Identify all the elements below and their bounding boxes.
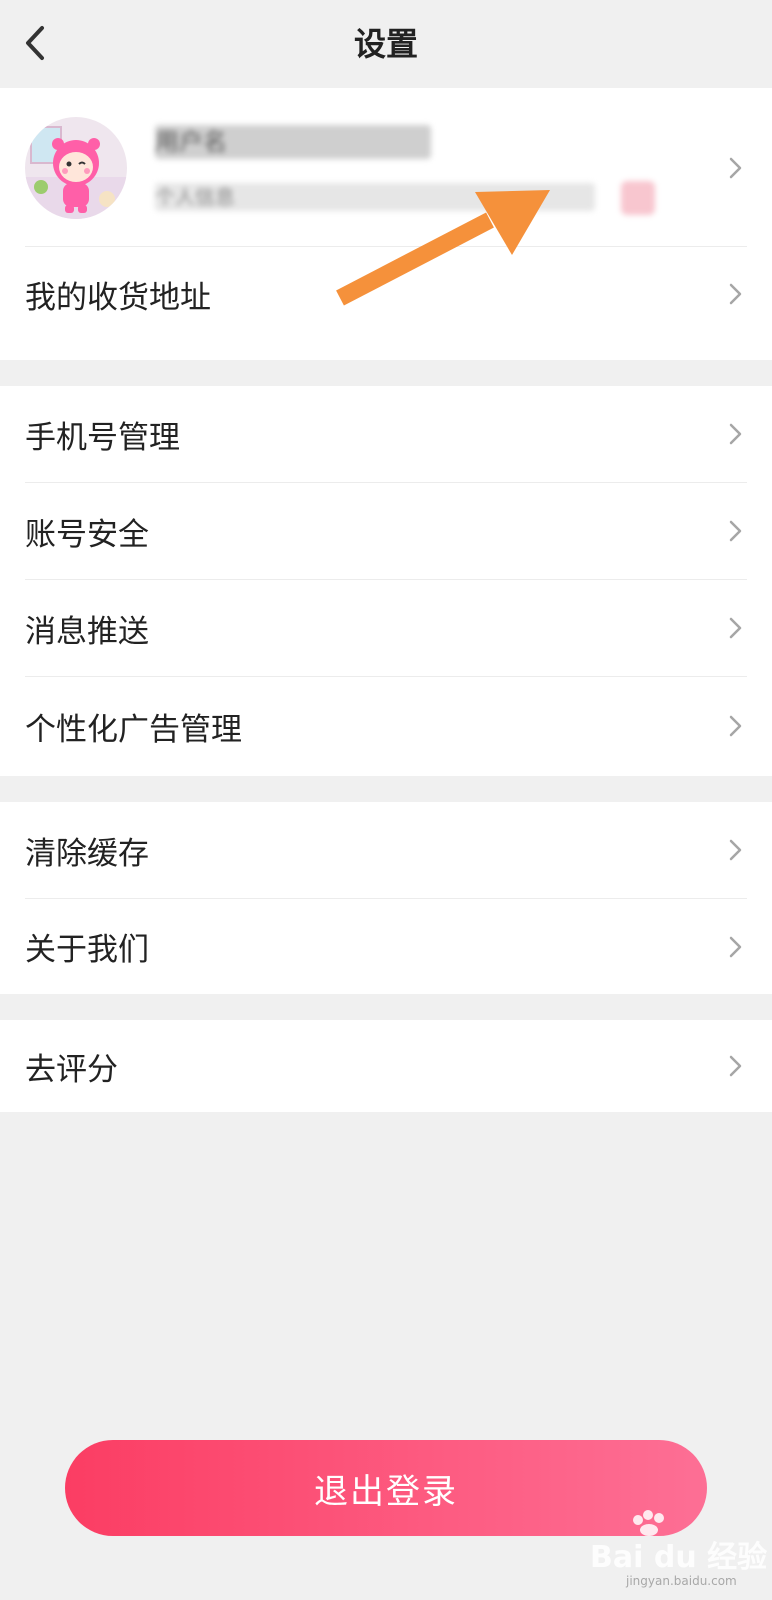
chevron-right-icon	[729, 283, 742, 305]
menu-item-rate[interactable]: 去评分	[25, 1020, 747, 1112]
chevron-right-icon	[729, 157, 742, 179]
menu-item-label: 去评分	[25, 1051, 118, 1088]
chevron-right-icon	[729, 520, 742, 542]
cartoon-avatar-icon	[25, 117, 127, 219]
menu-item-label: 关于我们	[25, 932, 149, 968]
app-settings-card: 清除缓存 关于我们	[0, 802, 772, 994]
watermark-text: Bai du 经验	[590, 1540, 768, 1575]
menu-item-security[interactable]: 账号安全	[25, 483, 747, 579]
menu-item-cache[interactable]: 清除缓存	[25, 802, 747, 898]
menu-item-label: 消息推送	[25, 613, 149, 650]
chevron-right-icon	[729, 423, 742, 445]
menu-item-label: 清除缓存	[25, 835, 149, 872]
page-title: 设置	[353, 25, 418, 63]
logout-label: 退出登录	[314, 1471, 458, 1512]
chevron-right-icon	[729, 617, 742, 639]
chevron-right-icon	[729, 1055, 742, 1077]
menu-item-ads[interactable]: 个性化广告管理	[25, 677, 747, 775]
profile-badge	[621, 181, 655, 215]
orange-arrow-icon	[336, 190, 550, 306]
chevron-right-icon	[729, 715, 742, 737]
menu-item-push[interactable]: 消息推送	[25, 580, 747, 676]
watermark: Bai du 经验 jingyan.baidu.com	[588, 1510, 767, 1588]
watermark-url: jingyan.baidu.com	[626, 1574, 737, 1588]
account-settings-card: 手机号管理 账号安全 消息推送 个性化广告管理	[0, 386, 772, 776]
rating-card: 去评分	[0, 1020, 772, 1112]
menu-item-phone[interactable]: 手机号管理	[25, 386, 747, 482]
chevron-right-icon	[729, 839, 742, 861]
chevron-right-icon	[729, 936, 742, 957]
menu-item-about[interactable]: 关于我们	[25, 899, 747, 994]
menu-item-label: 手机号管理	[25, 419, 180, 456]
menu-item-label: 账号安全	[25, 516, 149, 553]
profile-name: 用户名	[155, 125, 431, 159]
navigation-bar: 设置	[0, 0, 772, 88]
menu-item-label: 个性化广告管理	[25, 711, 242, 748]
